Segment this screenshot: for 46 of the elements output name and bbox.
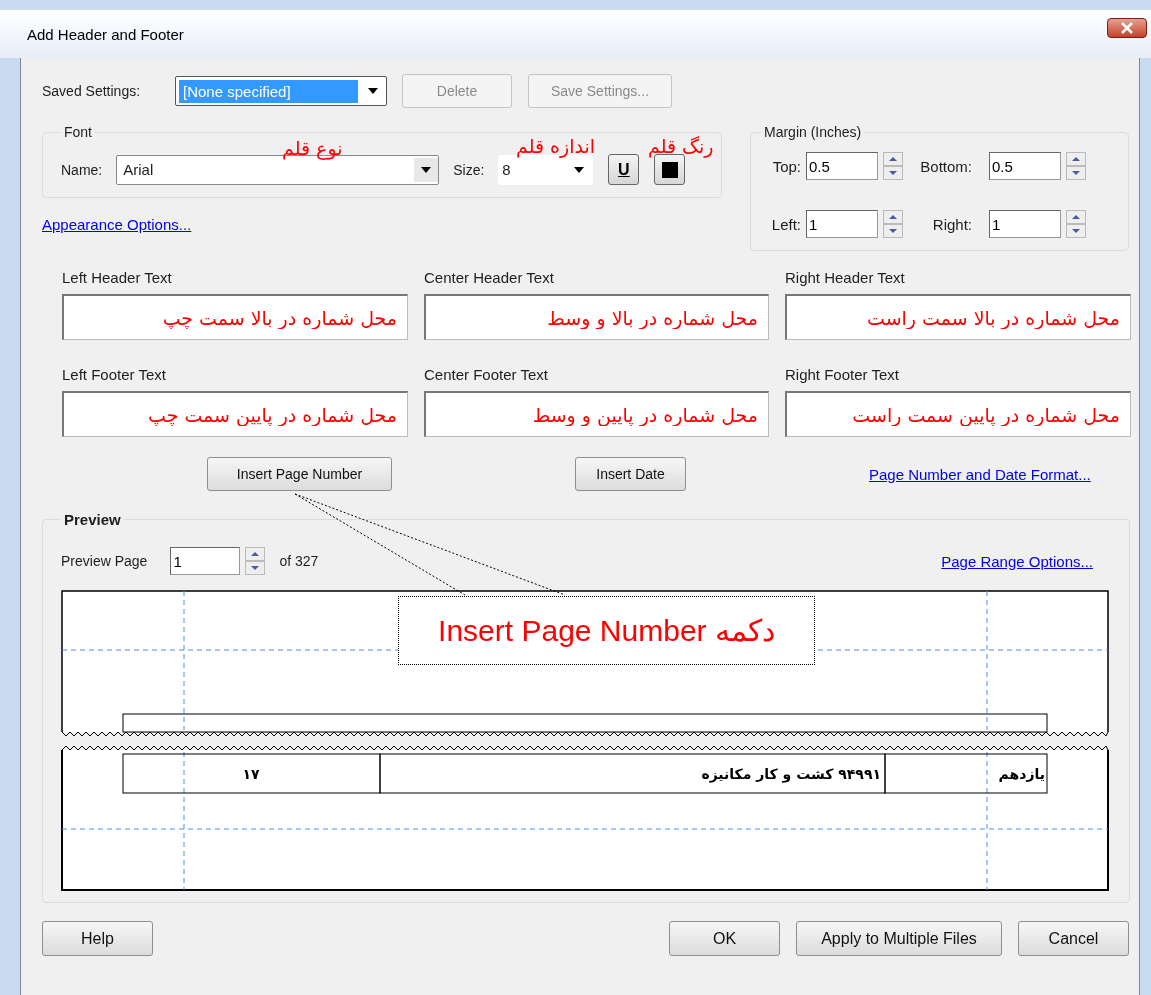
help-button[interactable]: Help <box>42 921 153 956</box>
margin-label: Left: <box>770 215 801 233</box>
preview-page-label: Preview Page <box>61 553 148 569</box>
input-field[interactable]: محل شماره در پایین سمت راست <box>785 391 1131 437</box>
ok-button[interactable]: OK <box>669 921 780 956</box>
annotation-text: رنگ قلم <box>648 136 714 157</box>
text-field-label: Right Footer Text <box>785 366 900 383</box>
group-title: Preview <box>64 511 121 528</box>
cell-text: ۹۴۹۹۱ کشت و کار مکانیزه <box>701 766 881 782</box>
cell-text: یازدهم <box>998 766 1045 782</box>
margin-label: Top: <box>771 157 801 175</box>
name-label: Name: <box>61 161 103 178</box>
saved-settings-label: Saved Settings: <box>42 83 142 99</box>
input-field[interactable]: محل شماره در پایین سمت چپ <box>62 391 408 437</box>
group-title: Font <box>64 124 92 140</box>
cancel-button[interactable]: Cancel <box>1018 921 1129 956</box>
callout: دکمه Insert Page Number <box>398 596 815 665</box>
page-input[interactable]: 1 <box>170 547 241 575</box>
group-title: Margin (Inches) <box>764 124 862 140</box>
window-title: Add Header and Footer <box>27 25 184 43</box>
format-link[interactable]: Page Number and Date Format... <box>869 465 1091 483</box>
input-field[interactable]: محل شماره در بالا سمت چپ <box>62 294 408 340</box>
text-field-label: Center Header Text <box>424 269 555 286</box>
apply-to-multiple-files-button[interactable]: Apply to Multiple Files <box>796 921 1002 956</box>
page-count: of 327 <box>279 553 319 569</box>
text-field-label: Left Header Text <box>62 269 173 286</box>
margin-label: Bottom: <box>919 157 973 175</box>
appearance-options-link[interactable]: Appearance Options... <box>42 216 192 233</box>
input-field[interactable]: محل شماره در بالا و وسط <box>424 294 769 340</box>
size-label: Size: <box>453 161 485 178</box>
page-range-options-link[interactable]: Page Range Options... <box>941 552 1093 570</box>
annotation-text: اندازه قلم <box>516 136 595 157</box>
underline-button[interactable]: U <box>608 154 640 185</box>
input-field[interactable]: محل شماره در پایین و وسط <box>424 391 769 437</box>
input-field[interactable]: محل شماره در بالا سمت راست <box>785 294 1131 340</box>
cell-text: ۱۷ <box>242 766 260 782</box>
text-field-label: Center Footer Text <box>424 366 549 383</box>
text-field-label: Left Footer Text <box>62 366 167 383</box>
margin-label: Right: <box>931 215 973 233</box>
margin-input[interactable]: 1 <box>806 210 878 238</box>
insert-date-button[interactable]: Insert Date <box>575 457 686 491</box>
text-field-label: Right Header Text <box>785 269 906 286</box>
margin-input[interactable]: 0.5 <box>989 152 1061 180</box>
insert-page-number-button[interactable]: Insert Page Number <box>207 457 392 491</box>
margin-input[interactable]: 1 <box>989 210 1061 238</box>
margin-input[interactable]: 0.5 <box>806 152 878 180</box>
